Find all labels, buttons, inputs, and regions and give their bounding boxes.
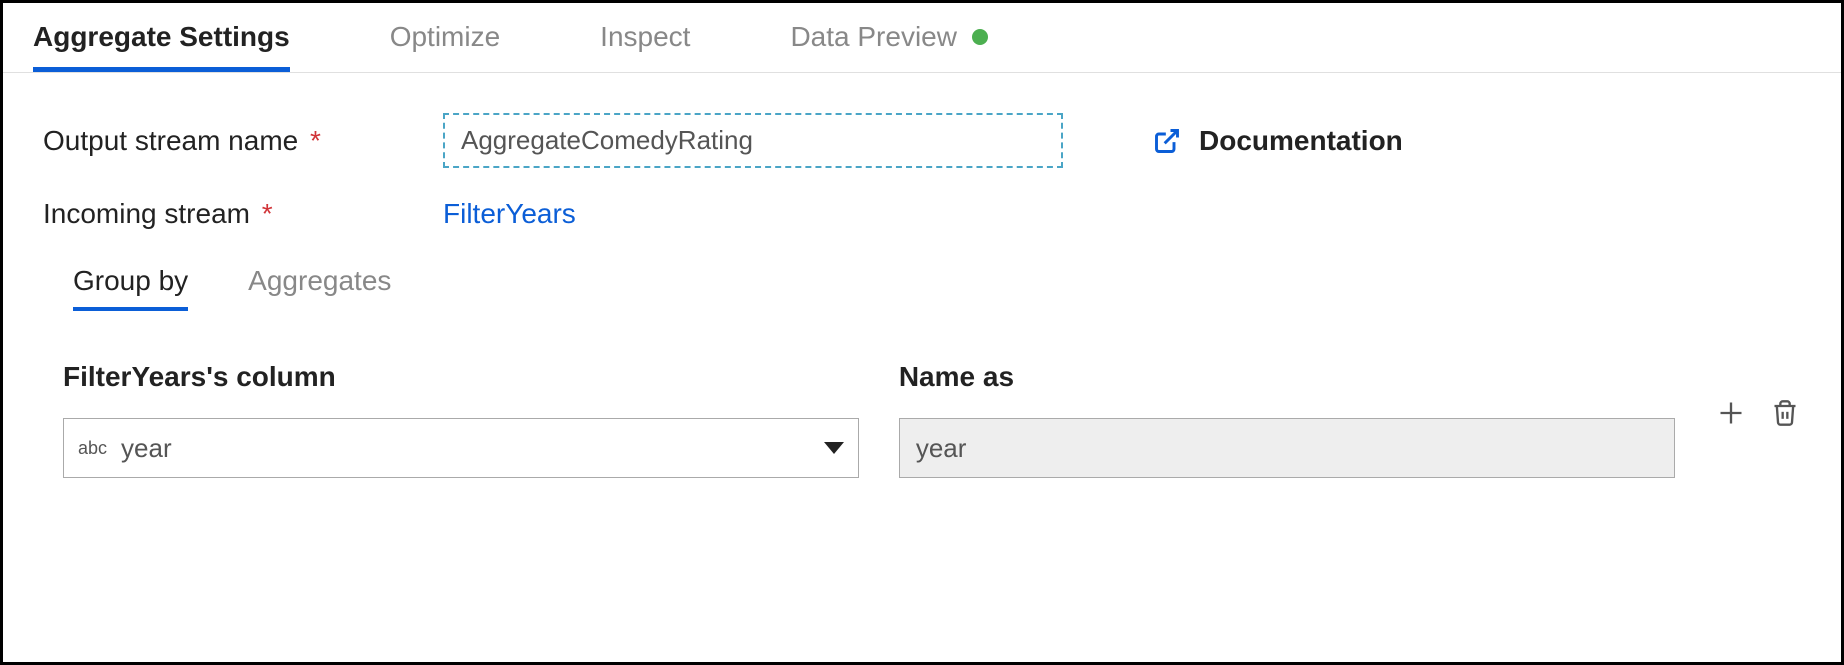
add-button[interactable]	[1715, 397, 1747, 429]
main-tabs: Aggregate Settings Optimize Inspect Data…	[3, 3, 1841, 73]
sub-tabs: Group by Aggregates	[73, 265, 1801, 311]
subtab-group-by[interactable]: Group by	[73, 265, 188, 311]
row-actions	[1715, 397, 1801, 429]
incoming-stream-label-text: Incoming stream	[43, 198, 250, 229]
output-stream-input[interactable]	[443, 113, 1063, 168]
incoming-stream-label: Incoming stream *	[43, 198, 443, 230]
content-area: Output stream name * Documentation Incom…	[3, 73, 1841, 478]
output-stream-label-text: Output stream name	[43, 125, 298, 156]
output-stream-row: Output stream name * Documentation	[43, 113, 1801, 168]
tab-optimize[interactable]: Optimize	[390, 3, 500, 72]
column-left: FilterYears's column abc year	[63, 361, 859, 478]
incoming-stream-value[interactable]: FilterYears	[443, 198, 576, 230]
documentation-link[interactable]: Documentation	[1153, 125, 1403, 157]
required-asterisk: *	[310, 125, 321, 156]
documentation-label: Documentation	[1199, 125, 1403, 157]
column-select[interactable]: abc year	[63, 418, 859, 478]
open-external-icon	[1153, 127, 1181, 155]
chevron-down-icon	[824, 442, 844, 454]
column-left-header: FilterYears's column	[63, 361, 859, 393]
status-dot-icon	[972, 29, 988, 45]
name-as-input[interactable]	[899, 418, 1675, 478]
plus-icon	[1717, 399, 1745, 427]
incoming-stream-row: Incoming stream * FilterYears	[43, 198, 1801, 230]
tab-data-preview-label: Data Preview	[790, 21, 957, 53]
tab-aggregate-settings[interactable]: Aggregate Settings	[33, 3, 290, 72]
group-by-columns: FilterYears's column abc year Name as	[63, 361, 1801, 478]
type-prefix: abc	[78, 438, 107, 459]
column-right-header: Name as	[899, 361, 1675, 393]
subtab-aggregates[interactable]: Aggregates	[248, 265, 391, 311]
tab-data-preview[interactable]: Data Preview	[790, 3, 988, 72]
output-stream-label: Output stream name *	[43, 125, 443, 157]
column-select-value: year	[121, 433, 824, 464]
trash-icon	[1771, 399, 1799, 427]
required-asterisk: *	[262, 198, 273, 229]
tab-inspect[interactable]: Inspect	[600, 3, 690, 72]
delete-button[interactable]	[1769, 397, 1801, 429]
column-right: Name as	[899, 361, 1675, 478]
